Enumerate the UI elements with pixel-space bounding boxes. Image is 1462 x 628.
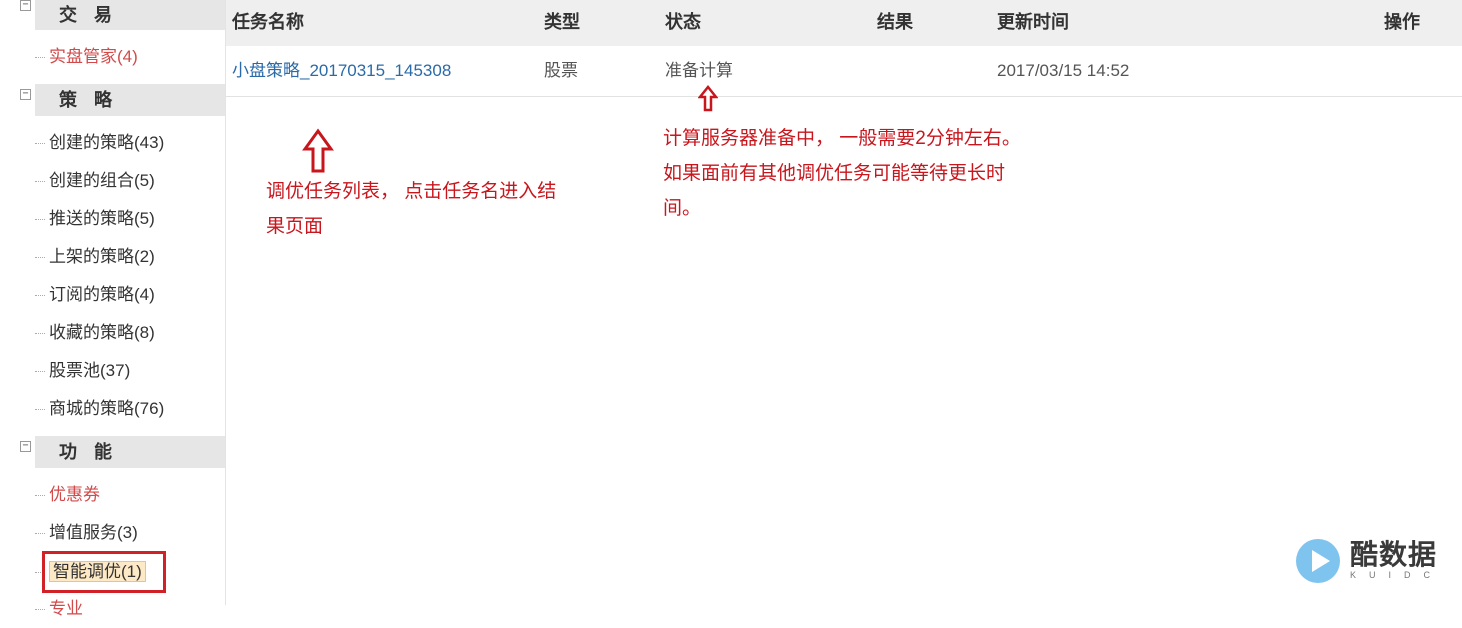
sidebar-item-created-portfolios[interactable]: 创建的组合(5) [35,162,155,200]
table-row: 小盘策略_20170315_145308 股票 准备计算 2017/03/15 … [226,46,1462,97]
tree-line-icon [35,256,45,259]
annotation-task-list: 调优任务列表， 点击任务名进入结 果页面 [266,174,556,244]
sidebar: − 交 易 实盘管家(4) − 策 略 创建的策略(43) 创建的组合(5) 推… [0,0,226,618]
tree-line-icon [35,332,45,335]
brand-logo-icon [1296,539,1340,583]
tree-line-icon [35,142,45,145]
sidebar-item-listed-strategies[interactable]: 上架的策略(2) [35,238,155,276]
tree-line-icon [35,180,45,183]
collapse-toggle-icon[interactable]: − [20,89,31,100]
watermark-sub: KUIDC [1350,570,1444,580]
sidebar-item-pushed-strategies[interactable]: 推送的策略(5) [35,200,155,238]
sidebar-item-coupons[interactable]: 优惠券 [35,476,100,514]
collapse-toggle-icon[interactable]: − [20,441,31,452]
arrow-up-icon [302,128,334,173]
header-status[interactable]: 状态 [665,0,701,46]
collapse-toggle-icon[interactable]: − [20,0,31,11]
highlight-box [42,551,166,593]
task-table-area: 任务名称 类型 状态 结果 更新时间 操作 小盘策略_20170315_1453… [226,0,1462,605]
annotation-line: 计算服务器准备中， 一般需要2分钟左右。 [663,128,1021,149]
tree-line-icon [35,408,45,411]
table-header: 任务名称 类型 状态 结果 更新时间 操作 [226,0,1462,46]
section-title-trade: 交 易 [35,0,225,30]
tree-line-icon [35,218,45,221]
header-updated-time[interactable]: 更新时间 [997,0,1069,46]
sidebar-item-professional[interactable]: 专业 [35,590,83,628]
annotation-line: 如果面前有其他调优任务可能等待更长时 [663,163,1006,184]
header-type[interactable]: 类型 [544,0,580,46]
annotation-line: 果页面 [266,216,324,237]
section-strategy: − 策 略 [0,84,225,116]
header-result[interactable]: 结果 [877,0,913,46]
task-name-link[interactable]: 小盘策略_20170315_145308 [232,46,451,96]
section-function: − 功 能 [0,436,225,468]
tree-line-icon [35,494,45,497]
header-actions: 操作 [1384,12,1420,32]
task-type: 股票 [544,61,578,80]
section-trade: − 交 易 [0,0,225,32]
section-title-function: 功 能 [35,436,225,468]
tree-line-icon [35,370,45,373]
arrow-up-icon [698,85,718,112]
watermark-brand: 酷数据 [1350,539,1438,570]
sidebar-item-created-strategies[interactable]: 创建的策略(43) [35,124,164,162]
section-title-strategy: 策 略 [35,84,225,116]
header-task-name[interactable]: 任务名称 [232,0,304,46]
tree-line-icon [35,294,45,297]
sidebar-item-stock-pool[interactable]: 股票池(37) [35,352,130,390]
sidebar-item-subscribed-strategies[interactable]: 订阅的策略(4) [35,276,155,314]
sidebar-item-favorite-strategies[interactable]: 收藏的策略(8) [35,314,155,352]
tree-line-icon [35,532,45,535]
annotation-line: 调优任务列表， 点击任务名进入结 [266,181,557,202]
tree-line-icon [35,56,45,59]
sidebar-item-live-trading[interactable]: 实盘管家(4) [35,38,138,76]
sidebar-item-value-added-services[interactable]: 增值服务(3) [35,514,138,552]
annotation-line: 间。 [663,198,702,219]
sidebar-item-mall-strategies[interactable]: 商城的策略(76) [35,390,164,428]
annotation-status: 计算服务器准备中， 一般需要2分钟左右。 如果面前有其他调优任务可能等待更长时 … [663,121,1021,226]
tree-line-icon [35,608,45,611]
task-updated-time: 2017/03/15 14:52 [997,61,1130,80]
